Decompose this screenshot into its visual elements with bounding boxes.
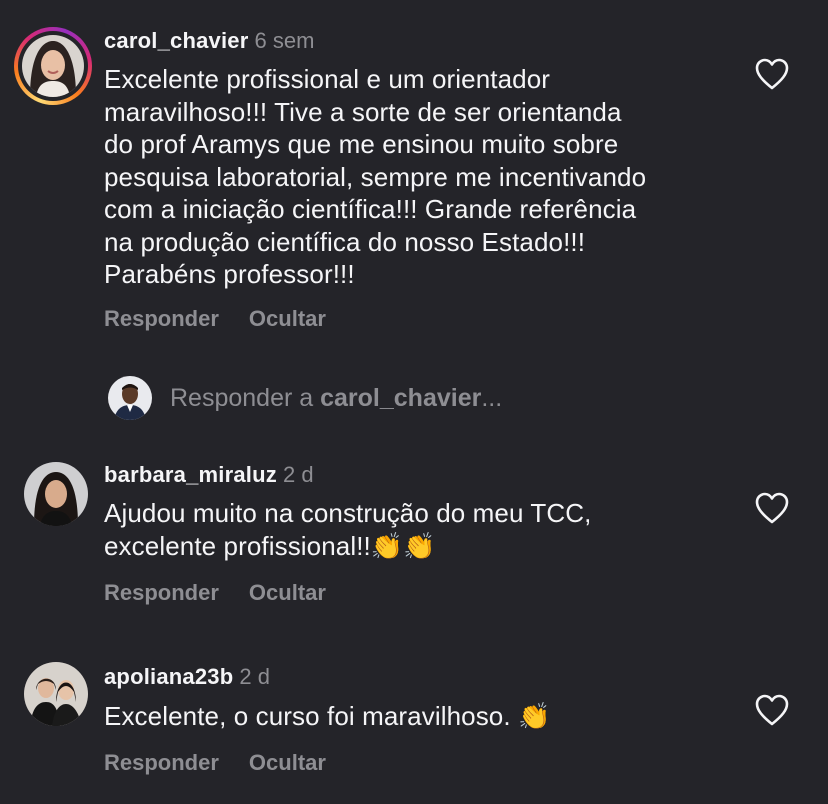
reply-input-placeholder[interactable]: Responder a carol_chavier... bbox=[170, 384, 502, 413]
comment-text: Excelente, o curso foi maravilhoso. 👏 bbox=[104, 701, 551, 731]
comment-actions: Responder Ocultar bbox=[104, 306, 326, 332]
username[interactable]: carol_chavier bbox=[104, 28, 248, 53]
hide-button[interactable]: Ocultar bbox=[249, 580, 326, 605]
reply-button[interactable]: Responder bbox=[104, 750, 219, 775]
avatar[interactable] bbox=[22, 35, 84, 97]
comment-time: 2 d bbox=[239, 664, 270, 689]
comment-meta: apoliana23b 2 d bbox=[104, 664, 270, 690]
avatar[interactable] bbox=[24, 462, 88, 526]
hide-button[interactable]: Ocultar bbox=[249, 306, 326, 331]
reply-target-username: carol_chavier bbox=[320, 384, 482, 412]
reply-button[interactable]: Responder bbox=[104, 306, 219, 331]
comment-time: 2 d bbox=[282, 462, 314, 487]
heart-outline-icon[interactable] bbox=[754, 491, 790, 525]
reply-prefix: Responder a bbox=[170, 384, 321, 412]
username[interactable]: apoliana23b bbox=[104, 664, 233, 689]
comment-time: 6 sem bbox=[254, 28, 315, 53]
comment-actions: Responder Ocultar bbox=[104, 580, 326, 606]
comment-meta: carol_chavier 6 sem bbox=[104, 28, 314, 54]
avatar bbox=[108, 376, 152, 420]
reply-button[interactable]: Responder bbox=[104, 580, 219, 605]
avatar[interactable] bbox=[24, 662, 88, 726]
comment-text: Ajudou muito na construção do meu TCC, e… bbox=[104, 498, 592, 561]
comment-item: carol_chavier 6 sem Excelente profissiona… bbox=[0, 0, 828, 350]
comment-text: Excelente profissional e um orientador m… bbox=[104, 64, 647, 289]
heart-outline-icon[interactable] bbox=[754, 57, 790, 91]
heart-outline-icon[interactable] bbox=[754, 693, 790, 727]
comment-meta: barbara_miraluz 2 d bbox=[104, 462, 314, 488]
hide-button[interactable]: Ocultar bbox=[249, 750, 326, 775]
reply-input-row[interactable]: Responder a carol_chavier... bbox=[0, 372, 828, 424]
reply-suffix: ... bbox=[481, 384, 503, 412]
comment-actions: Responder Ocultar bbox=[104, 750, 326, 776]
username[interactable]: barbara_miraluz bbox=[104, 462, 277, 487]
